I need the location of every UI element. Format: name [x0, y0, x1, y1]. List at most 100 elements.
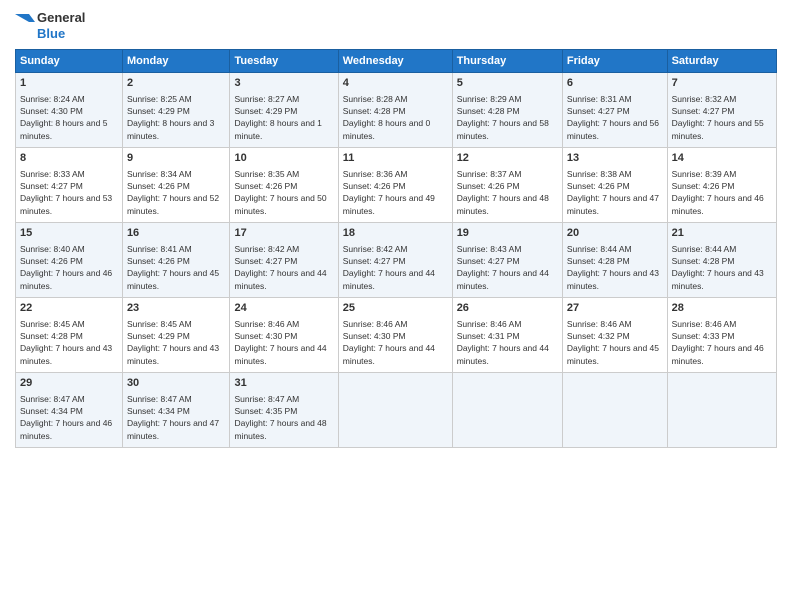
- day-number: 28: [672, 301, 772, 316]
- day-number: 31: [234, 376, 333, 391]
- day-info: Sunrise: 8:47 AMSunset: 4:35 PMDaylight:…: [234, 393, 333, 442]
- calendar-cell: 18Sunrise: 8:42 AMSunset: 4:27 PMDayligh…: [338, 223, 452, 298]
- calendar-cell: 30 Sunrise: 8:47 AMSunset: 4:34 PMDayligh…: [122, 373, 230, 448]
- day-info: Sunrise: 8:38 AMSunset: 4:26 PMDaylight:…: [567, 168, 663, 217]
- calendar-cell: 3 Sunrise: 8:27 AMSunset: 4:29 PMDaylight…: [230, 73, 338, 148]
- calendar-table: Sunday Monday Tuesday Wednesday Thursday…: [15, 49, 777, 448]
- col-saturday: Saturday: [667, 50, 776, 73]
- day-number: 25: [343, 301, 448, 316]
- day-number: 30: [127, 376, 226, 391]
- calendar-cell: 24 Sunrise: 8:46 AMSunset: 4:30 PMDayligh…: [230, 298, 338, 373]
- day-info: Sunrise: 8:46 AMSunset: 4:32 PMDaylight:…: [567, 318, 663, 367]
- day-number: 24: [234, 301, 333, 316]
- day-info: Sunrise: 8:24 AMSunset: 4:30 PMDaylight:…: [20, 93, 118, 142]
- calendar-cell: 14 Sunrise: 8:39 AMSunset: 4:26 PMDayligh…: [667, 148, 776, 223]
- day-info: Sunrise: 8:47 AMSunset: 4:34 PMDaylight:…: [127, 393, 226, 442]
- week-row-4: 22Sunrise: 8:45 AMSunset: 4:28 PMDayligh…: [16, 298, 777, 373]
- day-number: 3: [234, 76, 333, 91]
- day-number: 16: [127, 226, 226, 241]
- day-number: 22: [20, 301, 118, 316]
- calendar-cell: 10 Sunrise: 8:35 AMSunset: 4:26 PMDayligh…: [230, 148, 338, 223]
- day-info: Sunrise: 8:25 AMSunset: 4:29 PMDaylight:…: [127, 93, 226, 142]
- day-number: 13: [567, 151, 663, 166]
- week-row-2: 8 Sunrise: 8:33 AMSunset: 4:27 PMDaylight…: [16, 148, 777, 223]
- calendar-cell: 15Sunrise: 8:40 AMSunset: 4:26 PMDayligh…: [16, 223, 123, 298]
- col-friday: Friday: [562, 50, 667, 73]
- day-info: Sunrise: 8:39 AMSunset: 4:26 PMDaylight:…: [672, 168, 772, 217]
- day-number: 20: [567, 226, 663, 241]
- day-number: 5: [457, 76, 558, 91]
- calendar-cell: 26Sunrise: 8:46 AMSunset: 4:31 PMDayligh…: [452, 298, 562, 373]
- day-number: 27: [567, 301, 663, 316]
- calendar-cell: 4Sunrise: 8:28 AMSunset: 4:28 PMDaylight…: [338, 73, 452, 148]
- day-number: 14: [672, 151, 772, 166]
- col-tuesday: Tuesday: [230, 50, 338, 73]
- header: General Blue: [15, 10, 777, 41]
- calendar-cell: [667, 373, 776, 448]
- calendar-cell: 6 Sunrise: 8:31 AMSunset: 4:27 PMDaylight…: [562, 73, 667, 148]
- calendar-cell: 16 Sunrise: 8:41 AMSunset: 4:26 PMDayligh…: [122, 223, 230, 298]
- header-row: Sunday Monday Tuesday Wednesday Thursday…: [16, 50, 777, 73]
- logo-icon: [15, 14, 35, 38]
- day-info: Sunrise: 8:34 AMSunset: 4:26 PMDaylight:…: [127, 168, 226, 217]
- day-number: 29: [20, 376, 118, 391]
- day-info: Sunrise: 8:47 AMSunset: 4:34 PMDaylight:…: [20, 393, 118, 442]
- page: General Blue Sunday Monday Tuesday Wedne…: [0, 0, 792, 612]
- calendar-cell: 31 Sunrise: 8:47 AMSunset: 4:35 PMDayligh…: [230, 373, 338, 448]
- calendar-cell: 1 Sunrise: 8:24 AMSunset: 4:30 PMDaylight…: [16, 73, 123, 148]
- calendar-cell: 11 Sunrise: 8:36 AMSunset: 4:26 PMDayligh…: [338, 148, 452, 223]
- calendar-cell: [562, 373, 667, 448]
- day-info: Sunrise: 8:46 AMSunset: 4:30 PMDaylight:…: [234, 318, 333, 367]
- calendar-cell: 17 Sunrise: 8:42 AMSunset: 4:27 PMDayligh…: [230, 223, 338, 298]
- day-info: Sunrise: 8:41 AMSunset: 4:26 PMDaylight:…: [127, 243, 226, 292]
- logo-blue: Blue: [37, 26, 85, 42]
- calendar-cell: 13 Sunrise: 8:38 AMSunset: 4:26 PMDayligh…: [562, 148, 667, 223]
- week-row-1: 1 Sunrise: 8:24 AMSunset: 4:30 PMDaylight…: [16, 73, 777, 148]
- day-info: Sunrise: 8:36 AMSunset: 4:26 PMDaylight:…: [343, 168, 448, 217]
- day-number: 12: [457, 151, 558, 166]
- calendar-cell: 8 Sunrise: 8:33 AMSunset: 4:27 PMDaylight…: [16, 148, 123, 223]
- day-info: Sunrise: 8:46 AMSunset: 4:31 PMDaylight:…: [457, 318, 558, 367]
- week-row-3: 15Sunrise: 8:40 AMSunset: 4:26 PMDayligh…: [16, 223, 777, 298]
- calendar-cell: 7 Sunrise: 8:32 AMSunset: 4:27 PMDaylight…: [667, 73, 776, 148]
- day-number: 21: [672, 226, 772, 241]
- calendar-cell: 23Sunrise: 8:45 AMSunset: 4:29 PMDayligh…: [122, 298, 230, 373]
- day-number: 17: [234, 226, 333, 241]
- day-info: Sunrise: 8:43 AMSunset: 4:27 PMDaylight:…: [457, 243, 558, 292]
- calendar-cell: 25Sunrise: 8:46 AMSunset: 4:30 PMDayligh…: [338, 298, 452, 373]
- day-number: 9: [127, 151, 226, 166]
- day-number: 23: [127, 301, 226, 316]
- col-thursday: Thursday: [452, 50, 562, 73]
- calendar-cell: 19Sunrise: 8:43 AMSunset: 4:27 PMDayligh…: [452, 223, 562, 298]
- calendar-cell: [452, 373, 562, 448]
- calendar-cell: [338, 373, 452, 448]
- day-info: Sunrise: 8:33 AMSunset: 4:27 PMDaylight:…: [20, 168, 118, 217]
- calendar-body: 1 Sunrise: 8:24 AMSunset: 4:30 PMDaylight…: [16, 73, 777, 448]
- day-info: Sunrise: 8:44 AMSunset: 4:28 PMDaylight:…: [672, 243, 772, 292]
- calendar-cell: 9 Sunrise: 8:34 AMSunset: 4:26 PMDaylight…: [122, 148, 230, 223]
- calendar-cell: 29 Sunrise: 8:47 AMSunset: 4:34 PMDayligh…: [16, 373, 123, 448]
- day-info: Sunrise: 8:40 AMSunset: 4:26 PMDaylight:…: [20, 243, 118, 292]
- day-number: 6: [567, 76, 663, 91]
- day-number: 7: [672, 76, 772, 91]
- day-info: Sunrise: 8:27 AMSunset: 4:29 PMDaylight:…: [234, 93, 333, 142]
- day-number: 18: [343, 226, 448, 241]
- day-info: Sunrise: 8:31 AMSunset: 4:27 PMDaylight:…: [567, 93, 663, 142]
- day-number: 11: [343, 151, 448, 166]
- day-number: 10: [234, 151, 333, 166]
- day-info: Sunrise: 8:29 AMSunset: 4:28 PMDaylight:…: [457, 93, 558, 142]
- day-info: Sunrise: 8:32 AMSunset: 4:27 PMDaylight:…: [672, 93, 772, 142]
- calendar-cell: 27 Sunrise: 8:46 AMSunset: 4:32 PMDayligh…: [562, 298, 667, 373]
- logo-general: General: [37, 10, 85, 26]
- calendar-cell: 28 Sunrise: 8:46 AMSunset: 4:33 PMDayligh…: [667, 298, 776, 373]
- day-info: Sunrise: 8:42 AMSunset: 4:27 PMDaylight:…: [234, 243, 333, 292]
- calendar-cell: 20Sunrise: 8:44 AMSunset: 4:28 PMDayligh…: [562, 223, 667, 298]
- day-number: 4: [343, 76, 448, 91]
- day-number: 1: [20, 76, 118, 91]
- day-info: Sunrise: 8:37 AMSunset: 4:26 PMDaylight:…: [457, 168, 558, 217]
- day-info: Sunrise: 8:46 AMSunset: 4:33 PMDaylight:…: [672, 318, 772, 367]
- col-monday: Monday: [122, 50, 230, 73]
- day-info: Sunrise: 8:35 AMSunset: 4:26 PMDaylight:…: [234, 168, 333, 217]
- day-number: 8: [20, 151, 118, 166]
- calendar-cell: 21 Sunrise: 8:44 AMSunset: 4:28 PMDayligh…: [667, 223, 776, 298]
